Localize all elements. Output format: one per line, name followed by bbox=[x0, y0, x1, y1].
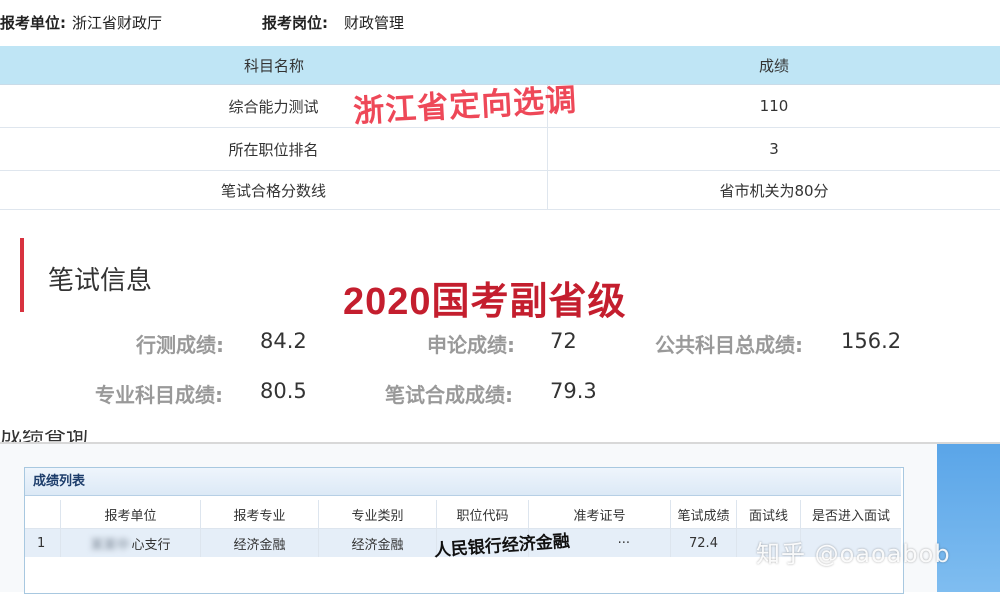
table-row: 笔试合格分数线 省市机关为80分 bbox=[0, 171, 1000, 210]
composite-score-label: 笔试合成成绩: bbox=[385, 383, 513, 407]
column-header-position-code: 职位代码 bbox=[437, 500, 529, 528]
score-cell: 3 bbox=[769, 140, 779, 158]
side-panel bbox=[937, 444, 1000, 592]
column-header-interview-status: 是否进入面试 bbox=[811, 508, 890, 524]
xingce-score-label: 行测成绩: bbox=[136, 333, 224, 357]
score-cell: 110 bbox=[759, 97, 789, 115]
score-cell: 省市机关为80分 bbox=[719, 181, 829, 200]
column-header-index bbox=[25, 500, 61, 528]
accent-bar bbox=[20, 238, 24, 312]
column-header-written-score: 笔试成绩 bbox=[671, 500, 737, 528]
application-header: 报考单位: 浙江省财政厅 报考岗位: 财政管理 bbox=[0, 0, 1000, 44]
column-header-category: 专业类别 bbox=[319, 500, 437, 528]
results-panel-title: 成绩列表 bbox=[25, 468, 901, 496]
results-table-header: 报考单位 报考专业 专业类别 职位代码 准考证号 笔试成绩 面试线 是否进入面试 bbox=[25, 500, 901, 529]
xingce-score-value: 84.2 bbox=[260, 329, 307, 353]
column-header-subject: 科目名称 bbox=[243, 56, 304, 75]
column-header-unit: 报考单位 bbox=[61, 500, 201, 528]
subject-cell: 笔试合格分数线 bbox=[0, 171, 548, 209]
shenlun-score-label: 申论成绩: bbox=[427, 333, 515, 357]
written-score-cell: 72.4 bbox=[671, 529, 737, 557]
unit-value: 浙江省财政厅 bbox=[72, 14, 163, 32]
unit-cell: 某某中 心支行 bbox=[61, 529, 201, 557]
shenlun-score-value: 72 bbox=[550, 329, 577, 353]
column-header-major: 报考专业 bbox=[201, 500, 319, 528]
table-row: 所在职位排名 3 bbox=[0, 128, 1000, 171]
column-header-score: 成绩 bbox=[758, 56, 789, 75]
major-cell: 经济金融 bbox=[201, 529, 319, 557]
column-header-ticket-number: 准考证号 bbox=[529, 500, 671, 528]
subject-cell: 所在职位排名 bbox=[0, 128, 548, 170]
zhihu-watermark: 知乎 @oaoabob bbox=[756, 540, 951, 568]
major-score-label: 专业科目成绩: bbox=[95, 383, 223, 407]
public-total-value: 156.2 bbox=[841, 329, 902, 353]
unit-label: 报考单位: bbox=[0, 14, 66, 32]
public-total-label: 公共科目总成绩: bbox=[655, 333, 803, 357]
overlay-caption-national-exam: 2020国考副省级 bbox=[343, 281, 627, 323]
major-score-value: 80.5 bbox=[260, 379, 307, 403]
column-header-interview-line: 面试线 bbox=[737, 500, 801, 528]
post-label: 报考岗位: bbox=[262, 14, 328, 32]
written-exam-title: 笔试信息 bbox=[48, 266, 153, 296]
index-cell: 1 bbox=[25, 529, 61, 557]
composite-score-value: 79.3 bbox=[550, 379, 597, 403]
category-cell: 经济金融 bbox=[319, 529, 437, 557]
post-value: 财政管理 bbox=[344, 14, 405, 32]
